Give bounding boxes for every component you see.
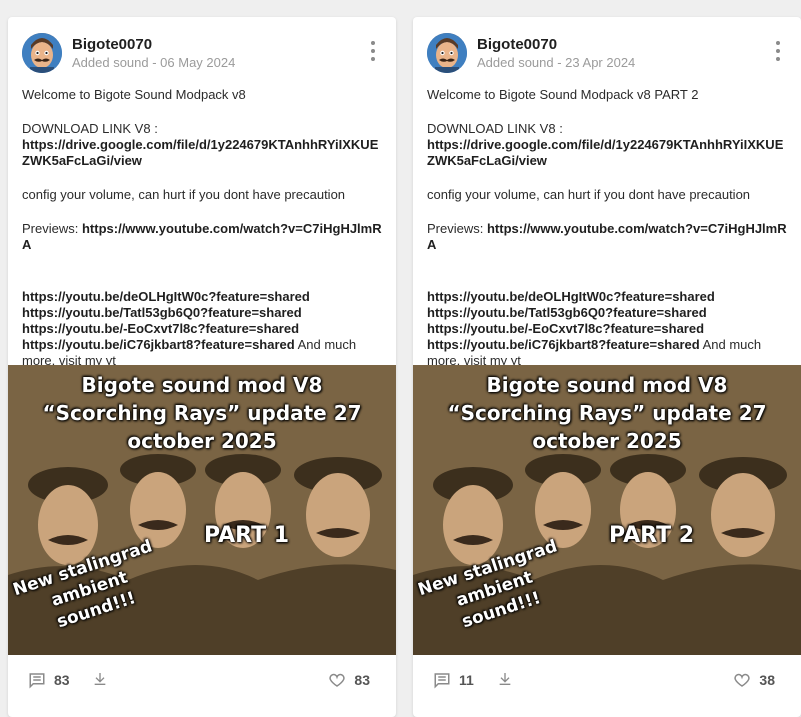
previews-label: Previews: xyxy=(427,221,484,236)
likes-count: 83 xyxy=(354,672,370,688)
post-header: Bigote0070 Added sound - 06 May 2024 xyxy=(22,31,382,75)
previews-label: Previews: xyxy=(22,221,79,236)
warning-text: config your volume, can hurt if you dont… xyxy=(427,187,751,202)
comments-button[interactable]: 83 xyxy=(28,671,70,689)
author-name[interactable]: Bigote0070 xyxy=(72,36,152,53)
like-button[interactable]: 38 xyxy=(733,671,775,689)
youtube-link[interactable]: https://youtu.be/-EoCxvt7l8c?feature=sha… xyxy=(427,321,704,336)
comments-count: 11 xyxy=(459,672,474,688)
post-image[interactable]: Bigote sound mod V8 “Scorching Rays” upd… xyxy=(8,365,396,655)
post-footer: 83 83 xyxy=(22,671,382,693)
post-body: Welcome to Bigote Sound Modpack v8 DOWNL… xyxy=(22,87,386,369)
youtube-link[interactable]: https://youtu.be/iC76jkbart8?feature=sha… xyxy=(427,337,700,352)
like-button[interactable]: 83 xyxy=(328,671,370,689)
post-footer: 11 38 xyxy=(427,671,787,693)
warning-text: config your volume, can hurt if you dont… xyxy=(22,187,346,202)
download-label: DOWNLOAD LINK V8 : xyxy=(427,121,563,136)
download-label: DOWNLOAD LINK V8 : xyxy=(22,121,158,136)
post-card: Bigote0070 Added sound - 23 Apr 2024 Wel… xyxy=(413,17,801,717)
likes-count: 38 xyxy=(759,672,775,688)
image-part-label: PART 2 xyxy=(609,523,695,548)
more-vertical-icon[interactable] xyxy=(769,41,787,61)
image-title: Bigote sound mod V8 “Scorching Rays” upd… xyxy=(42,373,362,453)
download-link[interactable]: https://drive.google.com/file/d/1y224679… xyxy=(22,137,378,168)
youtube-link[interactable]: https://youtu.be/iC76jkbart8?feature=sha… xyxy=(22,337,295,352)
comments-count: 83 xyxy=(54,672,70,688)
post-title: Welcome to Bigote Sound Modpack v8 xyxy=(22,87,246,102)
post-image[interactable]: Bigote sound mod V8 “Scorching Rays” upd… xyxy=(413,365,801,655)
avatar[interactable] xyxy=(427,33,467,73)
post-card: Bigote0070 Added sound - 06 May 2024 Wel… xyxy=(8,17,396,717)
download-button[interactable] xyxy=(92,671,108,687)
post-body: Welcome to Bigote Sound Modpack v8 PART … xyxy=(427,87,791,369)
image-part-label: PART 1 xyxy=(204,523,290,548)
comment-icon xyxy=(434,673,450,689)
avatar[interactable] xyxy=(22,33,62,73)
youtube-link[interactable]: https://youtu.be/Tatl53gb6Q0?feature=sha… xyxy=(427,305,707,320)
post-meta: Added sound - 23 Apr 2024 xyxy=(477,55,636,70)
download-link[interactable]: https://drive.google.com/file/d/1y224679… xyxy=(427,137,783,168)
author-name[interactable]: Bigote0070 xyxy=(477,36,557,53)
comment-icon xyxy=(29,673,45,689)
download-button[interactable] xyxy=(497,671,513,687)
youtube-link[interactable]: https://youtu.be/Tatl53gb6Q0?feature=sha… xyxy=(22,305,302,320)
heart-icon xyxy=(734,673,751,687)
heart-icon xyxy=(329,673,346,687)
youtube-link[interactable]: https://youtu.be/deOLHgItW0c?feature=sha… xyxy=(22,289,310,304)
post-header: Bigote0070 Added sound - 23 Apr 2024 xyxy=(427,31,787,75)
youtube-link[interactable]: https://youtu.be/deOLHgItW0c?feature=sha… xyxy=(427,289,715,304)
more-vertical-icon[interactable] xyxy=(364,41,382,61)
youtube-link[interactable]: https://youtu.be/-EoCxvt7l8c?feature=sha… xyxy=(22,321,299,336)
post-title: Welcome to Bigote Sound Modpack v8 PART … xyxy=(427,87,699,102)
post-meta: Added sound - 06 May 2024 xyxy=(72,55,236,70)
download-icon xyxy=(94,673,106,685)
download-icon xyxy=(499,673,511,685)
comments-button[interactable]: 11 xyxy=(433,671,474,689)
image-title: Bigote sound mod V8 “Scorching Rays” upd… xyxy=(447,373,767,453)
